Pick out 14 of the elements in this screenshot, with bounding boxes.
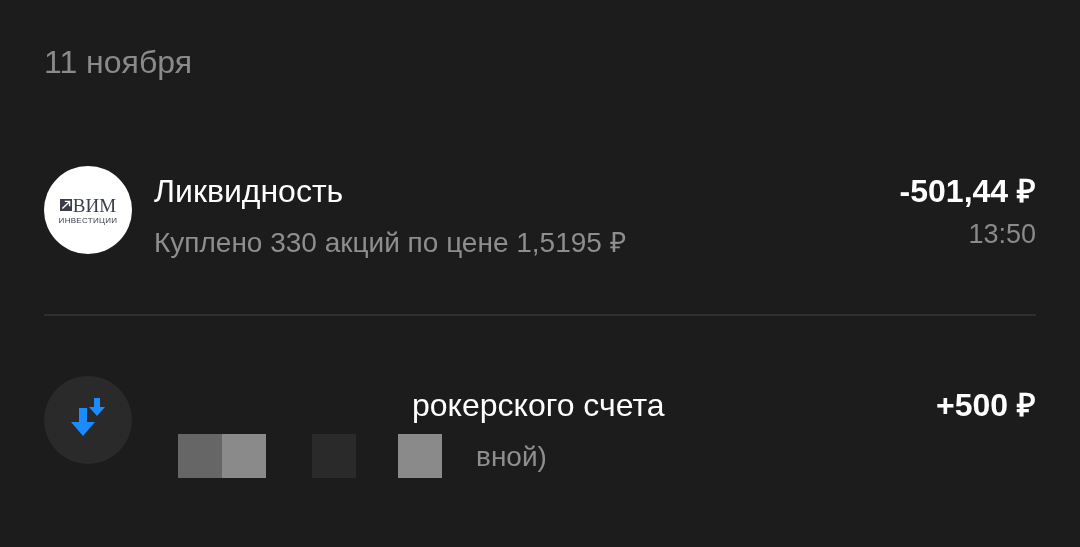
operation-row[interactable]: рокерского счета вной) +500 ₽ [44,316,1036,528]
operation-time: 13:50 [968,218,1036,250]
operation-row[interactable]: ВИМ ИНВЕСТИЦИИ Ликвидность Куплено 330 акций по цене 1,5195 ₽ -501,44 ₽ 13:50 [44,80,1036,314]
arrow-square-icon [59,199,72,211]
logo-name: ВИМ [72,195,117,215]
operation-title: Ликвидность [154,172,345,210]
operation-amount: -501,44 ₽ [899,172,1036,210]
operation-description: вной) [476,440,548,474]
operation-description: Куплено 330 акций по цене 1,5195 ₽ [154,226,627,260]
download-arrows-icon [44,376,132,464]
logo-caption: ИНВЕСТИЦИИ [58,215,118,225]
operation-amount: +500 ₽ [936,386,1036,424]
operation-title: рокерского счета [412,386,666,424]
date-heading: 11 ноября [44,43,193,80]
